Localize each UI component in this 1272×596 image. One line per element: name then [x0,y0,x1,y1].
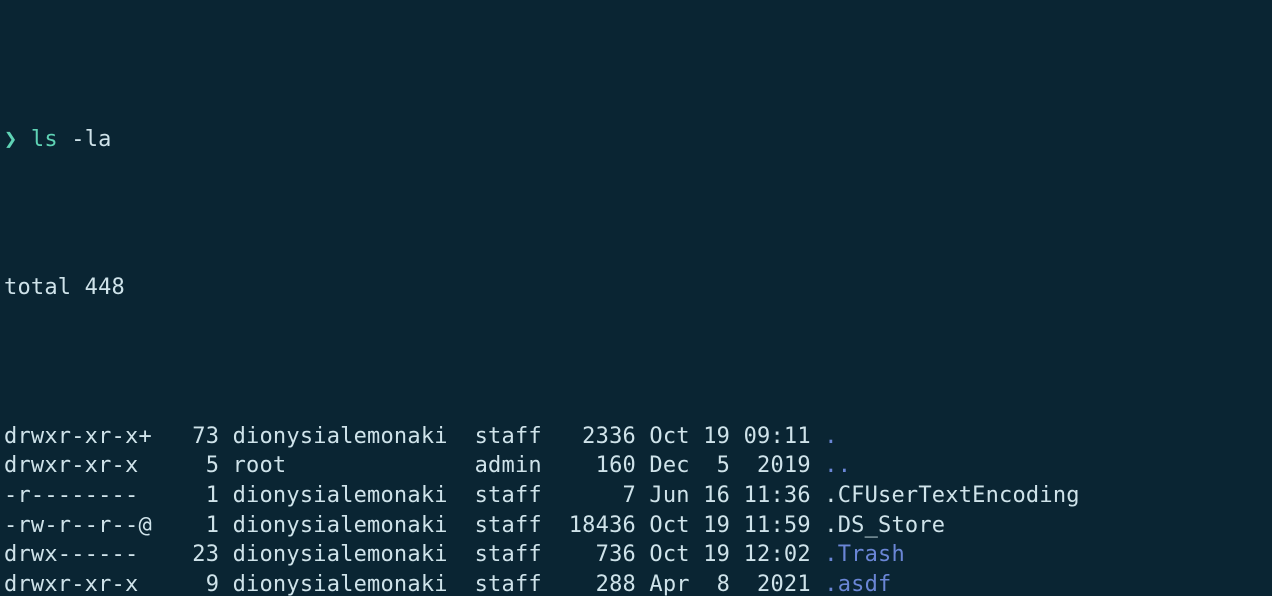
time: 2021 [744,572,811,596]
day: 16 [703,483,730,508]
prompt-caret-icon: ❯ [4,127,17,152]
group: staff [475,424,542,449]
permissions: drwxr-xr-x [4,453,152,478]
folder-icon: .. [824,453,851,478]
list-item: -rw-r--r--@ 1 dionysialemonaki staff 184… [4,511,1268,541]
group: staff [475,572,542,596]
file-name: .DS_Store [824,513,945,538]
permissions: drwx------ [4,542,152,567]
month: Jun [649,483,689,508]
file-listing: drwxr-xr-x+ 73 dionysialemonaki staff 23… [4,422,1268,596]
month: Oct [649,542,689,567]
time: 11:36 [744,483,811,508]
link-count: 9 [165,572,219,596]
link-count: 1 [165,483,219,508]
day: 5 [703,453,730,478]
month: Oct [649,424,689,449]
permissions: drwxr-xr-x+ [4,424,152,449]
time: 12:02 [744,542,811,567]
day: 19 [703,542,730,567]
link-count: 1 [165,513,219,538]
list-item: -r-------- 1 dionysialemonaki staff 7 Ju… [4,481,1268,511]
file-name: .CFUserTextEncoding [824,483,1079,508]
day: 19 [703,513,730,538]
link-count: 5 [165,453,219,478]
owner: dionysialemonaki [233,483,448,508]
file-size: 288 [555,572,636,596]
day: 19 [703,424,730,449]
group: staff [475,483,542,508]
month: Apr [649,572,689,596]
owner: dionysialemonaki [233,424,448,449]
list-item: drwxr-xr-x 5 root admin 160 Dec 5 2019 .… [4,451,1268,481]
owner: dionysialemonaki [233,542,448,567]
group: staff [475,542,542,567]
folder-icon: . [824,424,837,449]
command-name: ls [31,127,58,152]
month: Oct [649,513,689,538]
list-item: drwxr-xr-x 9 dionysialemonaki staff 288 … [4,570,1268,596]
group: staff [475,513,542,538]
file-size: 18436 [555,513,636,538]
list-item: drwxr-xr-x+ 73 dionysialemonaki staff 23… [4,422,1268,452]
owner: dionysialemonaki [233,513,448,538]
time: 09:11 [744,424,811,449]
file-size: 160 [555,453,636,478]
list-item: drwx------ 23 dionysialemonaki staff 736… [4,540,1268,570]
owner: root [233,453,448,478]
day: 8 [703,572,730,596]
link-count: 73 [165,424,219,449]
permissions: -r-------- [4,483,152,508]
terminal-window[interactable]: ❯ ls -la total 448 drwxr-xr-x+ 73 dionys… [0,0,1272,596]
total-header: total 448 [4,273,1268,303]
link-count: 23 [165,542,219,567]
permissions: drwxr-xr-x [4,572,152,596]
file-size: 7 [555,483,636,508]
folder-icon: .Trash [824,542,905,567]
owner: dionysialemonaki [233,572,448,596]
file-size: 2336 [555,424,636,449]
permissions: -rw-r--r--@ [4,513,152,538]
group: admin [475,453,542,478]
file-size: 736 [555,542,636,567]
prompt-line[interactable]: ❯ ls -la [4,125,1268,155]
month: Dec [649,453,689,478]
time: 2019 [744,453,811,478]
command-args: -la [71,127,111,152]
folder-icon: .asdf [824,572,891,596]
time: 11:59 [744,513,811,538]
